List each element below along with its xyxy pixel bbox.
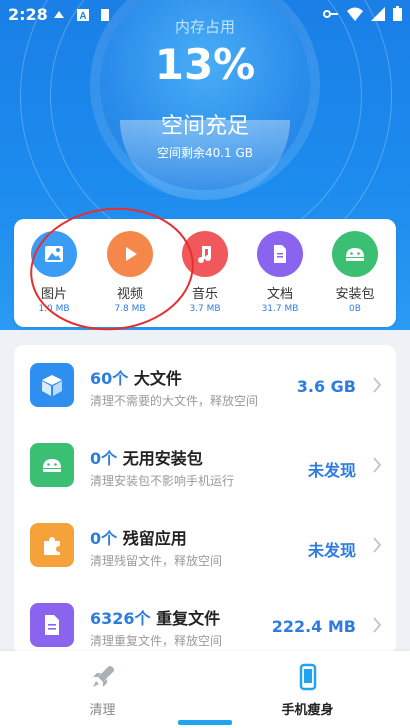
item-description: 清理不需要的大文件，释放空间 <box>90 394 259 408</box>
bottom-navigation: 清理 手机瘦身 <box>0 651 410 728</box>
category-size: 7.8 MB <box>114 304 146 314</box>
category-label: 视频 <box>116 287 143 302</box>
wifi-icon <box>347 7 363 21</box>
key-icon <box>323 9 338 18</box>
tab-clean[interactable]: 清理 <box>0 663 205 718</box>
category-size: 3.7 MB <box>189 304 221 314</box>
memory-percent: 13% <box>154 40 256 89</box>
document-icon <box>257 231 303 277</box>
item-title: 0个 无用安装包 <box>90 449 203 468</box>
category-label: 安装包 <box>335 287 375 302</box>
category-label: 图片 <box>40 287 67 302</box>
play-icon <box>107 231 153 277</box>
chevron-right-icon <box>373 377 382 393</box>
item-title: 6326个 重复文件 <box>90 609 221 628</box>
item-title: 60个 大文件 <box>90 369 182 388</box>
space-status: 空间充足 <box>160 114 249 139</box>
category-size: 1.0 MB <box>38 304 70 314</box>
tab-phone-slim[interactable]: 手机瘦身 <box>205 663 410 718</box>
flag-icon <box>101 9 109 21</box>
notification-icon <box>54 11 64 18</box>
category-music[interactable]: 音乐 3.7 MB <box>170 231 240 314</box>
category-label: 文档 <box>266 287 293 302</box>
category-size: 31.7 MB <box>261 304 299 314</box>
chevron-right-icon <box>373 457 382 473</box>
puzzle-icon <box>30 523 74 567</box>
category-apks[interactable]: 安装包 0B <box>320 231 390 314</box>
item-value: 3.6 GB <box>296 377 356 396</box>
item-title: 0个 残留应用 <box>90 529 187 548</box>
item-description: 清理重复文件，释放空间 <box>90 634 223 648</box>
signal-icon <box>371 6 385 21</box>
app-icon: A <box>77 9 89 22</box>
item-value: 222.4 MB <box>271 617 356 636</box>
home-indicator <box>178 720 232 725</box>
item-value: 未发现 <box>307 541 356 560</box>
list-item-large-files[interactable]: 60个 大文件 清理不需要的大文件，释放空间 3.6 GB <box>14 345 396 425</box>
item-value: 未发现 <box>307 461 356 480</box>
svg-text:A: A <box>79 11 86 22</box>
document-icon <box>30 603 74 647</box>
list-item-residual-apps[interactable]: 0个 残留应用 清理残留文件，释放空间 未发现 <box>14 505 396 585</box>
music-icon <box>182 231 228 277</box>
category-label: 音乐 <box>191 287 218 302</box>
image-icon <box>31 231 77 277</box>
cleanup-list: 60个 大文件 清理不需要的大文件，释放空间 3.6 GB 0个 无用安装包 清… <box>14 345 396 655</box>
rocket-icon <box>92 666 114 687</box>
category-card: 图片 1.0 MB 视频 7.8 MB 音乐 3.7 MB 文档 31.7 MB… <box>14 219 396 327</box>
tab-label: 清理 <box>89 703 116 718</box>
item-description: 清理残留文件，释放空间 <box>90 554 223 568</box>
category-videos[interactable]: 视频 7.8 MB <box>95 231 165 314</box>
battery-icon <box>393 6 402 21</box>
category-images[interactable]: 图片 1.0 MB <box>19 231 89 314</box>
space-remaining: 空间剩余40.1 GB <box>156 146 254 160</box>
android-icon <box>30 443 74 487</box>
category-documents[interactable]: 文档 31.7 MB <box>245 231 315 314</box>
status-time: 2:28 <box>8 5 48 24</box>
phone-icon <box>299 663 316 691</box>
chevron-right-icon <box>373 617 382 633</box>
category-size: 0B <box>349 304 361 314</box>
chevron-right-icon <box>373 537 382 553</box>
item-description: 清理安装包不影响手机运行 <box>90 474 235 488</box>
list-item-duplicate-files[interactable]: 6326个 重复文件 清理重复文件，释放空间 222.4 MB <box>14 585 396 655</box>
list-item-apks[interactable]: 0个 无用安装包 清理安装包不影响手机运行 未发现 <box>14 425 396 505</box>
tab-label: 手机瘦身 <box>281 703 334 718</box>
android-icon <box>332 231 378 277</box>
status-bar: 2:28 A <box>0 0 410 30</box>
cube-icon <box>30 363 74 407</box>
